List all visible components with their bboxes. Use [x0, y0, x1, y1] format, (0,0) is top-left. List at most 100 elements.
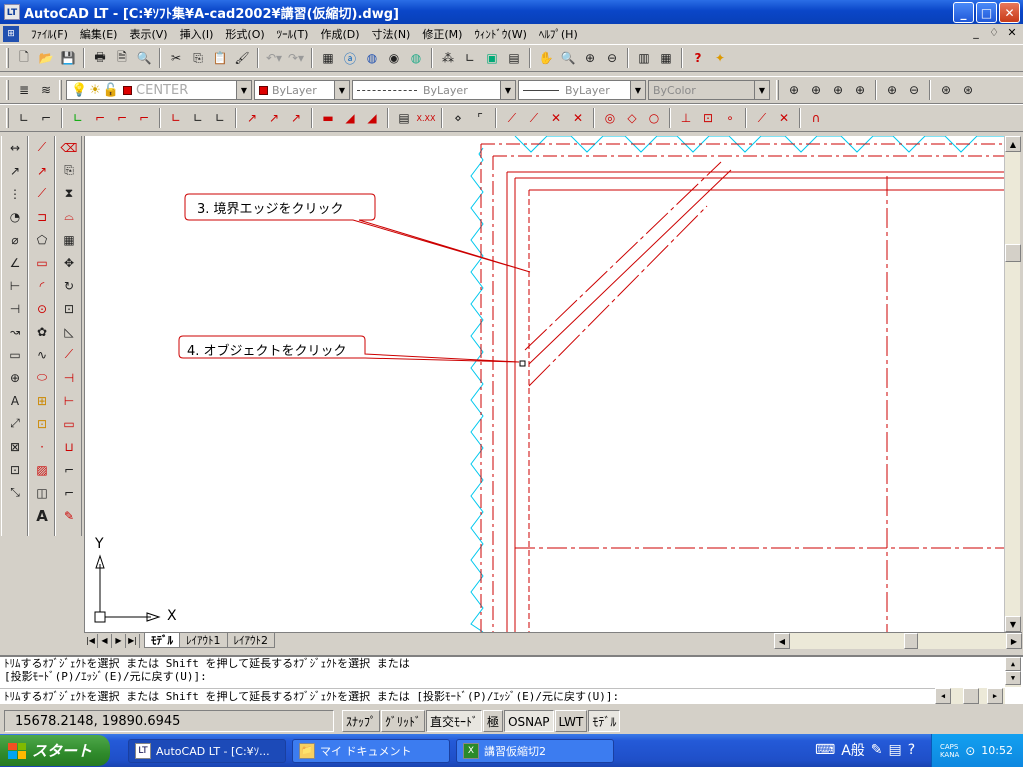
menu-edit[interactable]: 編集(E): [74, 26, 124, 42]
save-icon[interactable]: 💾: [57, 47, 79, 69]
osnap-settings-icon[interactable]: ∩: [805, 107, 827, 129]
zoom-all-icon[interactable]: ⊛: [935, 79, 957, 101]
revcloud-icon[interactable]: ✿: [30, 320, 54, 343]
layer-manager-icon[interactable]: ≣: [13, 79, 35, 101]
tab-layout1[interactable]: ﾚｲｱｳﾄ1: [179, 633, 228, 648]
dim-edit-icon[interactable]: A: [3, 389, 27, 412]
design-center-icon[interactable]: ▦: [317, 47, 339, 69]
table-icon[interactable]: ▥: [633, 47, 655, 69]
dim-center-icon[interactable]: ⊕: [3, 366, 27, 389]
osnap-node-icon[interactable]: ∘: [719, 107, 741, 129]
vertical-scroll-thumb[interactable]: [1005, 244, 1021, 262]
command-line-input[interactable]: ﾄﾘﾑするｵﾌﾞｼﾞｪｸﾄを選択 または Shift を押して延長するｵﾌﾞｼﾞ…: [0, 688, 935, 703]
maximize-button[interactable]: □: [976, 2, 997, 23]
minimize-button[interactable]: _: [953, 2, 974, 23]
grid-toggle[interactable]: ｸﾞﾘｯﾄﾞ: [381, 710, 426, 732]
close-button[interactable]: ✕: [999, 2, 1020, 23]
baseline-icon[interactable]: ∟: [165, 107, 187, 129]
dimedit-icon[interactable]: ↗: [285, 107, 307, 129]
ucs-icon[interactable]: ∟: [459, 47, 481, 69]
osnap-tangent-icon[interactable]: ○: [643, 107, 665, 129]
web-icon[interactable]: ⓐ: [339, 47, 361, 69]
redo-icon[interactable]: ↷▾: [285, 47, 307, 69]
explode-icon[interactable]: ✎: [57, 504, 81, 527]
command-hscrollbar[interactable]: ◀ ▶: [935, 688, 1005, 704]
leader-icon[interactable]: ∟: [209, 107, 231, 129]
fillet-icon[interactable]: ⌐: [57, 481, 81, 504]
chevron-down-icon[interactable]: ▼: [500, 80, 516, 100]
coordinate-display[interactable]: 15678.2148, 19890.6945: [4, 710, 334, 732]
dim-linear-icon[interactable]: ↔: [3, 136, 27, 159]
layer-previous-icon[interactable]: ≋: [35, 79, 57, 101]
document-icon[interactable]: ⊞: [3, 26, 19, 42]
zoom-extents-icon[interactable]: ⊛: [957, 79, 979, 101]
dim-aligned-icon[interactable]: ↗: [3, 159, 27, 182]
scroll-up-icon[interactable]: ▲: [1005, 136, 1021, 152]
menu-tools[interactable]: ﾂｰﾙ(T): [271, 26, 315, 42]
copy-object-icon[interactable]: ⎘: [57, 159, 81, 182]
lengthen-icon[interactable]: ⟋: [57, 343, 81, 366]
region-icon[interactable]: ◫: [30, 481, 54, 504]
osnap-endpoint-icon[interactable]: ⟋: [501, 107, 523, 129]
stretch-icon[interactable]: ◺: [57, 320, 81, 343]
osnap-none-icon[interactable]: ✕: [773, 107, 795, 129]
first-tab-icon[interactable]: |◀: [84, 633, 98, 648]
cmd-scroll-down-icon[interactable]: ▼: [1005, 671, 1021, 685]
xline-icon[interactable]: ↗: [30, 159, 54, 182]
new-icon[interactable]: 🗋: [13, 47, 35, 69]
hatch-icon[interactable]: ▨: [30, 458, 54, 481]
prev-tab-icon[interactable]: ◀: [98, 633, 112, 648]
radius-icon[interactable]: ⌐: [89, 107, 111, 129]
cmd-scroll-right-icon[interactable]: ▶: [987, 688, 1003, 704]
dimtedit-icon[interactable]: ◢: [339, 107, 361, 129]
snap-icon[interactable]: ⁂: [437, 47, 459, 69]
last-tab-icon[interactable]: ▶|: [126, 633, 140, 648]
linetype-dropdown[interactable]: ByLayer ▼: [352, 80, 516, 100]
ortho-toggle[interactable]: 直交ﾓｰﾄﾞ: [426, 710, 483, 732]
copy-icon[interactable]: ⎘: [187, 47, 209, 69]
keyboard-icon[interactable]: ⌨: [815, 742, 835, 758]
ime-mode[interactable]: A般: [841, 740, 865, 760]
plotstyle-dropdown[interactable]: ByColor ▼: [648, 80, 770, 100]
osnap-nearest-icon[interactable]: ⟋: [751, 107, 773, 129]
menu-format[interactable]: 形式(O): [219, 26, 270, 42]
properties-icon[interactable]: ▣: [481, 47, 503, 69]
vertical-scrollbar[interactable]: ▲ ▼: [1004, 136, 1021, 632]
style-icon[interactable]: ▤: [393, 107, 415, 129]
line-icon[interactable]: ⟋: [30, 136, 54, 159]
linear-dimension-icon[interactable]: ∟: [13, 107, 35, 129]
task-my-documents[interactable]: 📁 マイ ドキュメント: [292, 738, 450, 763]
chevron-down-icon[interactable]: ▼: [236, 80, 252, 100]
menu-insert[interactable]: 挿入(I): [174, 26, 220, 42]
doc-minimize-button[interactable]: _: [969, 26, 983, 39]
doc-close-button[interactable]: ✕: [1005, 26, 1019, 39]
paste-icon[interactable]: 📋: [209, 47, 231, 69]
title-bar[interactable]: LT AutoCAD LT - [C:¥ｿﾌﾄ集¥A-cad2002¥講習(仮縮…: [0, 0, 1023, 24]
dimstyle-icon[interactable]: ▬: [317, 107, 339, 129]
lineweight-dropdown[interactable]: ByLayer ▼: [518, 80, 646, 100]
mirror-icon[interactable]: ⧗: [57, 182, 81, 205]
zoom-scale-icon[interactable]: ⊕: [827, 79, 849, 101]
scroll-right-icon[interactable]: ▶: [1006, 633, 1022, 649]
find-icon[interactable]: 🔍: [133, 47, 155, 69]
start-button[interactable]: スタート: [0, 735, 110, 766]
lwt-toggle[interactable]: LWT: [554, 710, 588, 732]
move-icon[interactable]: ✥: [57, 251, 81, 274]
cmd-scroll-up-icon[interactable]: ▲: [1005, 657, 1021, 671]
center-mark-icon[interactable]: ↗: [263, 107, 285, 129]
drawing-canvas[interactable]: 3. 境界エッジをクリック 4. オブジェクトをクリック Y X: [84, 136, 1004, 632]
next-tab-icon[interactable]: ▶: [112, 633, 126, 648]
menu-dimension[interactable]: 寸法(N): [366, 26, 417, 42]
open-icon[interactable]: 📂: [35, 47, 57, 69]
ellipse-icon[interactable]: ⬭: [30, 366, 54, 389]
dim-diameter-icon[interactable]: ⌀: [3, 228, 27, 251]
osnap-midpoint-icon[interactable]: ⟋: [523, 107, 545, 129]
dim-radius-icon[interactable]: ◔: [3, 205, 27, 228]
polar-toggle[interactable]: 極: [483, 710, 504, 732]
circle-icon[interactable]: ⊙: [30, 297, 54, 320]
chamfer-icon[interactable]: ⌐: [57, 458, 81, 481]
osnap-quadrant-icon[interactable]: ◇: [621, 107, 643, 129]
make-block-icon[interactable]: ⊡: [30, 412, 54, 435]
dim-style-icon[interactable]: ⊡: [3, 458, 27, 481]
scroll-left-icon[interactable]: ◀: [774, 633, 790, 649]
